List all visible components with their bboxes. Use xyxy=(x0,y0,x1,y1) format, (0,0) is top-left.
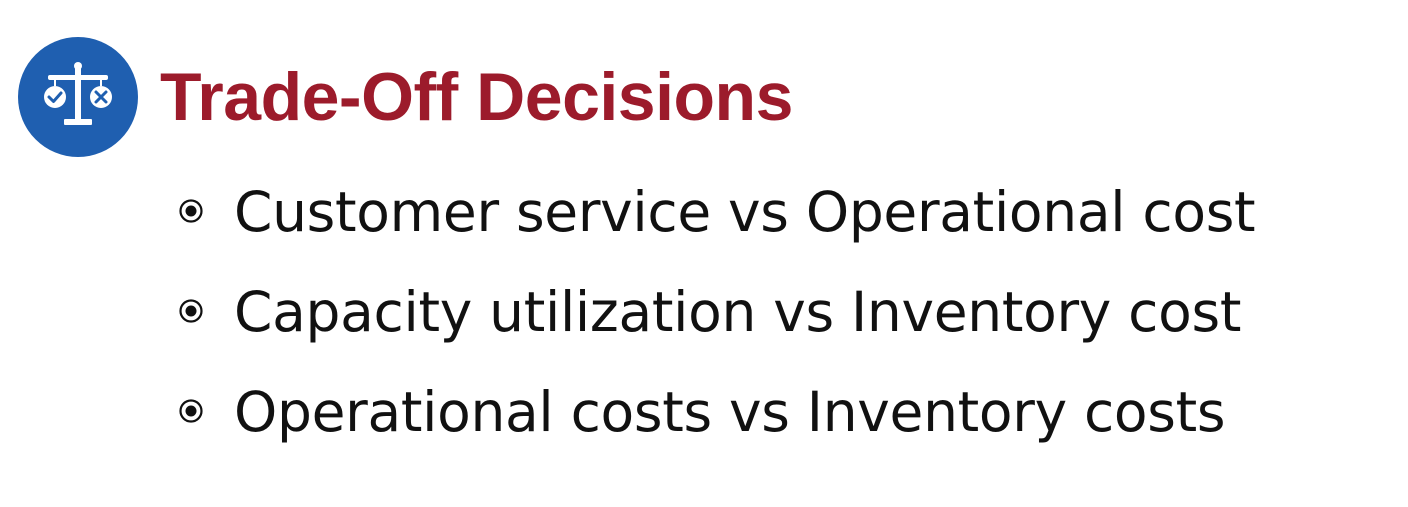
radio-bullet-icon xyxy=(179,199,203,223)
slide: Trade-Off Decisions Customer service vs … xyxy=(0,0,1408,507)
radio-bullet-icon xyxy=(179,299,203,323)
bullet-item: Capacity utilization vs Inventory cost xyxy=(178,262,1255,362)
bullet-item: Operational costs vs Inventory costs xyxy=(178,362,1255,462)
bullet-text: Customer service vs Operational cost xyxy=(234,180,1256,244)
radio-bullet-icon xyxy=(179,399,203,423)
slide-title: Trade-Off Decisions xyxy=(160,59,793,135)
bullet-text: Capacity utilization vs Inventory cost xyxy=(234,280,1242,344)
bullet-item: Customer service vs Operational cost xyxy=(178,162,1256,262)
bullet-text: Operational costs vs Inventory costs xyxy=(234,380,1226,444)
bullet-list: Customer service vs Operational cost Cap… xyxy=(178,162,1256,462)
balance-scale-icon xyxy=(18,37,138,157)
